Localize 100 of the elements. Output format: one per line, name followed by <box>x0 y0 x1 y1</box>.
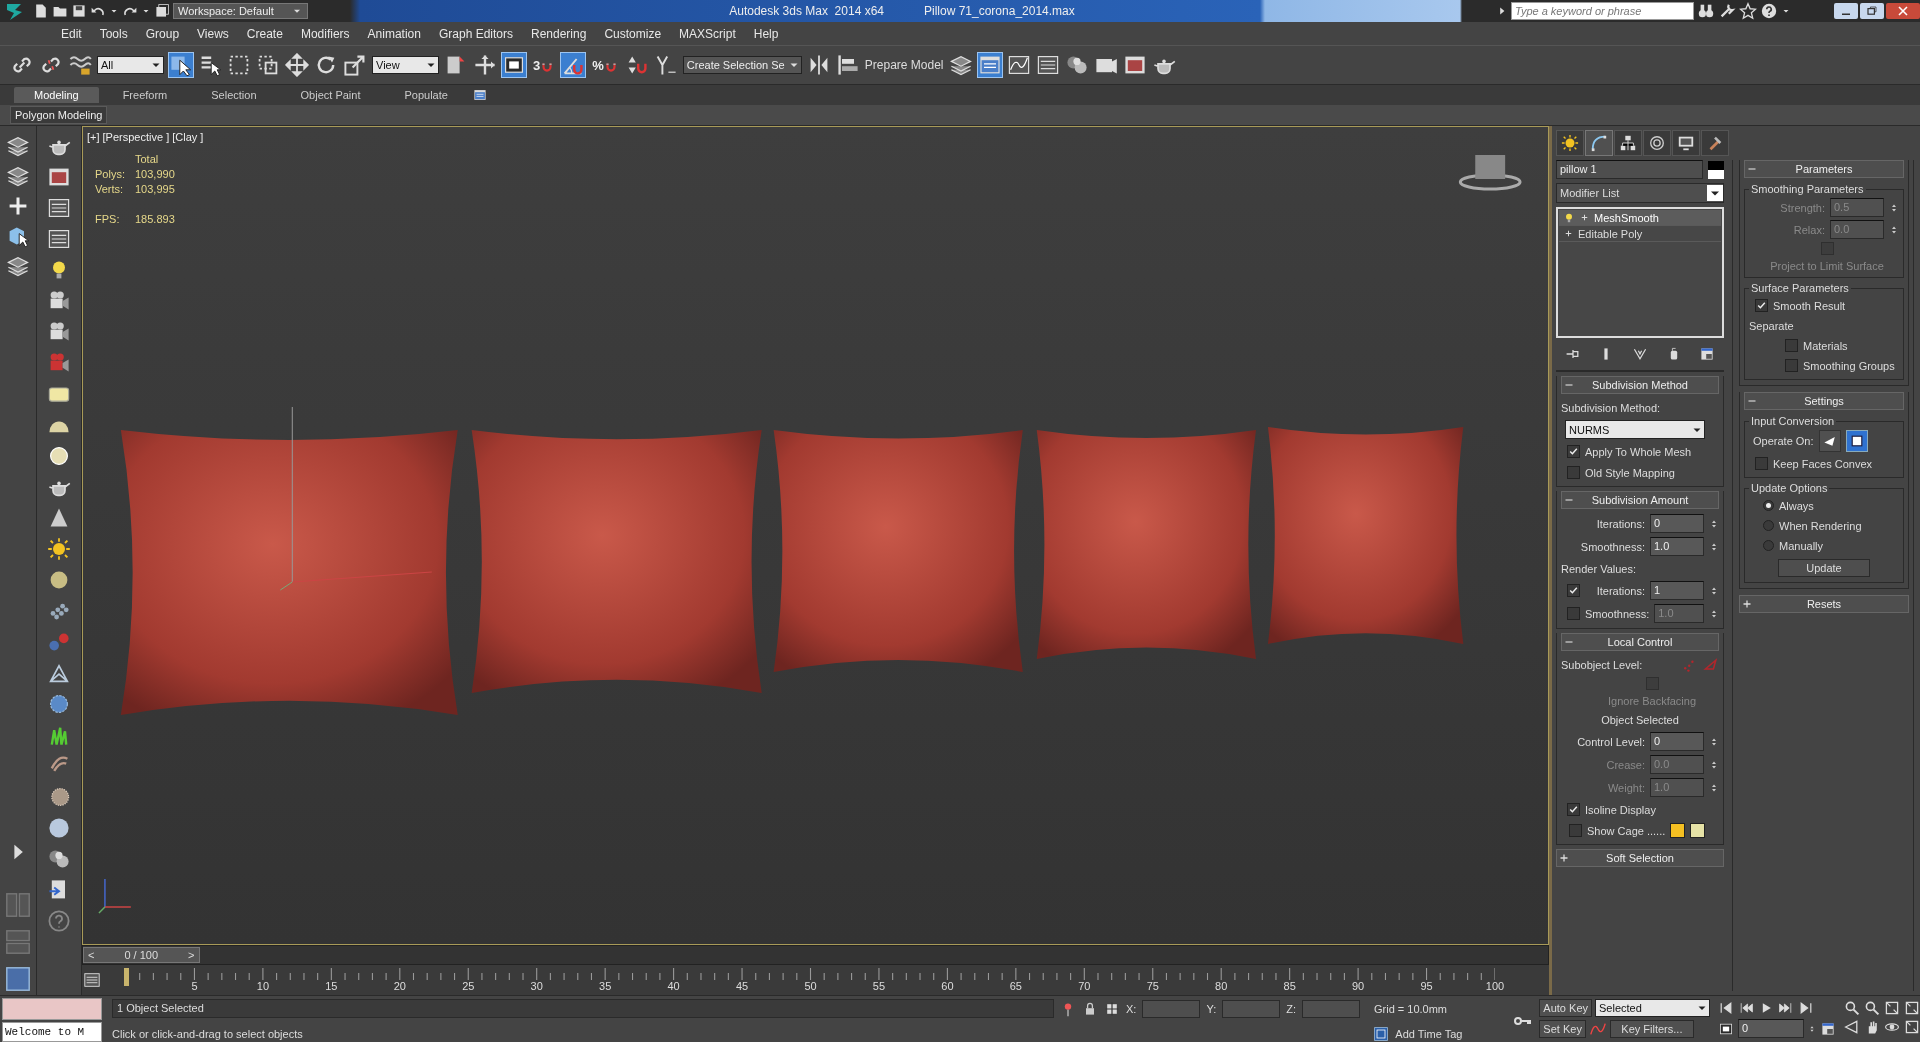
save-icon[interactable] <box>71 3 87 19</box>
sun-icon[interactable] <box>47 537 71 561</box>
motion-icon[interactable] <box>1648 134 1666 152</box>
update-button[interactable]: Update <box>1778 559 1870 577</box>
restore-icon[interactable] <box>1860 3 1884 19</box>
frame-field[interactable]: 0 <box>1738 1019 1804 1038</box>
select-icon[interactable] <box>169 53 193 77</box>
radio-button[interactable] <box>1763 540 1774 551</box>
workspace-dropdown[interactable]: Workspace: Default <box>173 3 308 19</box>
percent-snap-toggle[interactable]: % <box>590 53 620 77</box>
zoom-extents-all-icon[interactable] <box>1904 1000 1920 1016</box>
expand-icon[interactable] <box>1579 212 1590 223</box>
prepare-model-button[interactable]: Prepare Model <box>864 58 944 72</box>
go-to-start-icon[interactable] <box>1718 1000 1734 1016</box>
time-marker[interactable] <box>124 968 129 986</box>
angle-snap-icon[interactable] <box>561 53 586 77</box>
viewport-label[interactable]: [Perspective ] <box>102 131 170 143</box>
viewcube-icon[interactable] <box>1458 155 1522 191</box>
grid-panel-icon[interactable] <box>47 227 71 251</box>
checkbox[interactable] <box>1567 466 1580 479</box>
menu-item[interactable]: Graph Editors <box>429 26 522 41</box>
ribbon-tab[interactable]: Modeling <box>14 87 99 103</box>
key-filters-button[interactable]: Key Filters... <box>1609 1020 1694 1038</box>
ribbon-panel-tab[interactable]: Polygon Modeling <box>10 106 108 124</box>
menu-item[interactable]: Views <box>188 26 238 41</box>
keyboard-shortcut-icon[interactable] <box>502 53 526 77</box>
new-file-icon[interactable] <box>33 3 49 19</box>
key-mode-dropdown[interactable]: Selected <box>1595 999 1710 1017</box>
panel-tab[interactable] <box>1614 130 1642 156</box>
checkbox[interactable] <box>1567 584 1580 597</box>
new-layer-icon[interactable] <box>6 164 30 188</box>
rectangle-region-icon[interactable] <box>227 53 251 77</box>
rollout-header[interactable]: Settings <box>1744 392 1904 410</box>
key-curve-icon[interactable] <box>1588 1020 1607 1038</box>
absolute-mode-icon[interactable] <box>1104 1000 1120 1017</box>
close-icon[interactable] <box>1886 3 1920 19</box>
checkbox[interactable] <box>1785 339 1798 352</box>
polygon-button[interactable] <box>1845 430 1868 452</box>
star-icon[interactable] <box>1739 2 1757 20</box>
minimize-icon[interactable] <box>1834 3 1858 19</box>
display-icon[interactable] <box>1677 134 1695 152</box>
layers-icon[interactable] <box>948 53 973 77</box>
rollout-header[interactable]: Subdivision Method <box>1561 376 1719 394</box>
time-slider-thumb[interactable]: < 0 / 100 > <box>83 947 200 963</box>
manipulate-icon[interactable] <box>473 53 497 77</box>
ribbon-tab[interactable]: Freeform <box>102 87 188 103</box>
reference-coordinate-dropdown[interactable]: View <box>372 56 439 74</box>
create-icon[interactable] <box>1561 134 1579 152</box>
search-field[interactable]: Type a keyword or phrase <box>1511 2 1694 20</box>
modifier-stack-item[interactable]: MeshSmooth <box>1559 210 1721 226</box>
make-unique-icon[interactable] <box>1632 346 1648 362</box>
viewport-label[interactable]: [Clay ] <box>172 131 204 143</box>
layer-explorer-icon[interactable] <box>6 134 30 158</box>
track-bar-icon[interactable] <box>82 971 102 989</box>
set-key-button[interactable]: Set Key <box>1539 1020 1586 1038</box>
align-icon[interactable] <box>835 53 860 77</box>
menu-item[interactable]: Group <box>136 26 189 41</box>
script-output-field[interactable]: Welcome to M <box>2 1022 102 1042</box>
menu-item[interactable]: MAXScript <box>670 26 745 41</box>
sphere-icon[interactable] <box>47 816 71 840</box>
coordinate-field[interactable] <box>1142 999 1201 1018</box>
scale-icon[interactable] <box>343 53 367 77</box>
zoom-all-icon[interactable] <box>1864 1000 1880 1016</box>
radio-button[interactable] <box>1763 500 1774 511</box>
field-of-view-icon[interactable] <box>1844 1019 1860 1035</box>
hierarchy-icon[interactable] <box>1619 134 1637 152</box>
window-crossing-icon[interactable] <box>256 53 280 77</box>
object-name-field[interactable]: pillow 1 <box>1556 160 1703 179</box>
schematic-view-icon[interactable] <box>1035 53 1060 77</box>
configure-sets-icon[interactable] <box>1699 346 1716 362</box>
menu-item[interactable]: Animation <box>358 26 430 41</box>
space-warp-icon[interactable] <box>68 53 92 77</box>
spinner-field[interactable]: 0 <box>1650 514 1704 533</box>
go-to-end-icon[interactable] <box>1798 1000 1814 1016</box>
curve-editor-icon[interactable] <box>1006 53 1031 77</box>
menu-item[interactable]: Edit <box>52 26 91 41</box>
panel-tab[interactable] <box>1672 130 1700 156</box>
modifier-stack-item[interactable]: Editable Poly <box>1559 226 1721 242</box>
ribbon-tab[interactable]: Populate <box>384 87 468 103</box>
previous-frame-icon[interactable] <box>1738 1000 1754 1016</box>
spinner-field[interactable]: 1.0 <box>1650 537 1704 556</box>
zoom-extents-icon[interactable] <box>1884 1000 1900 1016</box>
rollout-header[interactable]: Parameters <box>1744 160 1904 178</box>
next-frame-icon[interactable] <box>1778 1000 1794 1016</box>
menu-item[interactable]: Help <box>744 26 788 41</box>
help-icon[interactable] <box>1760 2 1778 20</box>
script-listener-field[interactable] <box>2 998 102 1020</box>
light-bulb-icon[interactable] <box>1563 211 1575 224</box>
panel-tab[interactable] <box>1556 130 1584 156</box>
checkbox[interactable] <box>1567 607 1580 620</box>
spinner-field[interactable]: 1 <box>1650 581 1704 600</box>
subdivision-method-dropdown[interactable]: NURMS <box>1565 420 1705 439</box>
zoom-icon[interactable] <box>1844 1000 1860 1016</box>
rollout-header[interactable]: Subdivision Amount <box>1561 491 1719 509</box>
time-slider-arrow[interactable]: > <box>188 949 195 961</box>
menu-item[interactable]: Tools <box>90 26 137 41</box>
ribbon-options-icon[interactable] <box>471 88 488 102</box>
time-slider-arrow[interactable]: < <box>88 949 95 961</box>
radio-button[interactable] <box>1763 520 1774 531</box>
rollout-header[interactable]: Soft Selection <box>1556 849 1724 867</box>
